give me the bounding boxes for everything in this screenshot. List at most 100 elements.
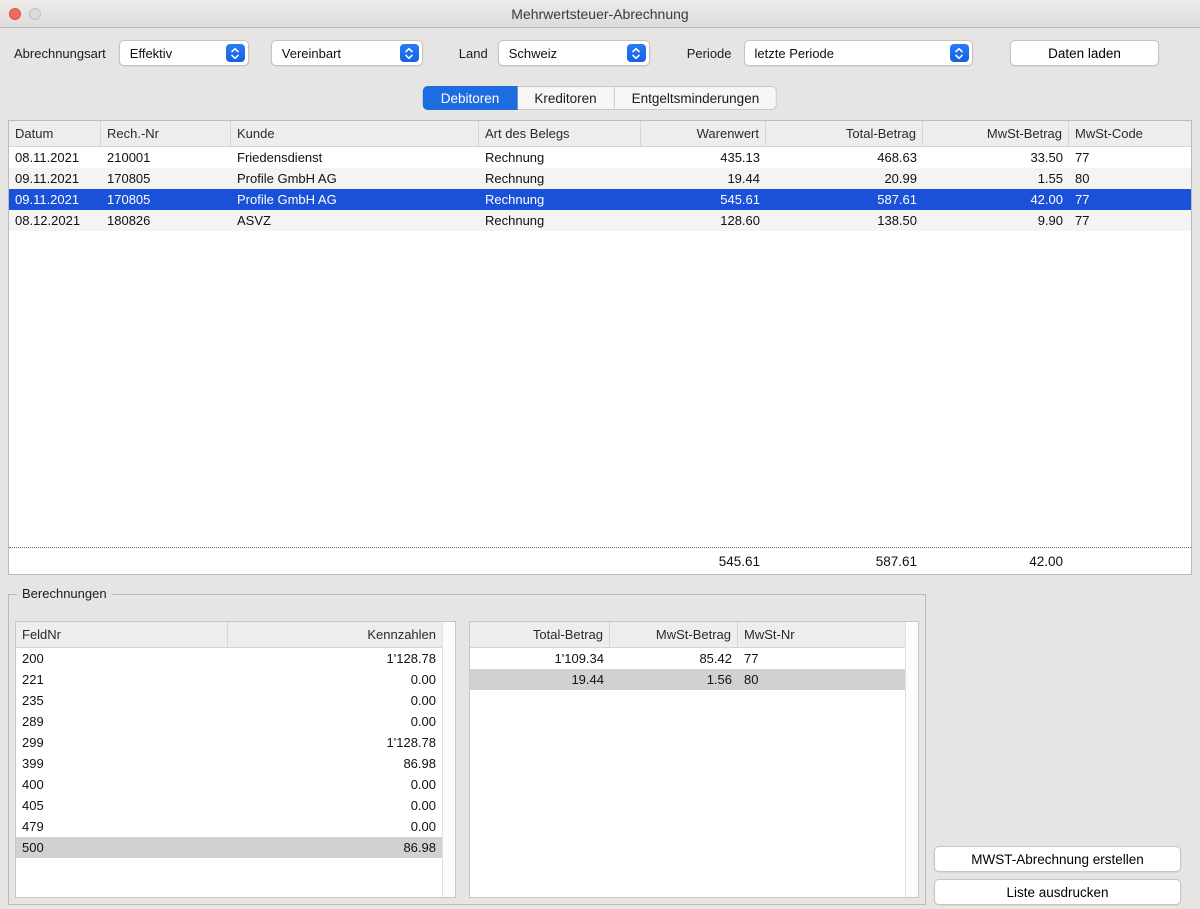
table-cell: 77 (1069, 213, 1191, 228)
column-header[interactable]: MwSt-Nr (738, 622, 905, 647)
column-header[interactable]: Rech.-Nr (101, 121, 231, 146)
table-cell: 08.11.2021 (9, 150, 101, 165)
tab-kreditoren[interactable]: Kreditoren (517, 86, 614, 110)
total-betrag: 587.61 (766, 554, 923, 569)
column-header[interactable]: MwSt-Betrag (610, 622, 738, 647)
table-cell: 9.90 (923, 213, 1069, 228)
table-row[interactable]: 39986.98 (16, 753, 442, 774)
table-row[interactable]: 08.11.2021210001FriedensdienstRechnung43… (9, 147, 1191, 168)
table-cell: 289 (16, 714, 228, 729)
table-row[interactable]: 4790.00 (16, 816, 442, 837)
titlebar: Mehrwertsteuer-Abrechnung (0, 0, 1200, 28)
column-header[interactable]: Art des Belegs (479, 121, 641, 146)
table-cell: 1'128.78 (228, 735, 442, 750)
land-select[interactable]: Schweiz (498, 40, 650, 66)
abrechnungsart-select[interactable]: Effektiv (119, 40, 249, 66)
app-window: Mehrwertsteuer-Abrechnung Abrechnungsart… (0, 0, 1200, 909)
table-cell: 86.98 (228, 756, 442, 771)
table-cell: 19.44 (641, 171, 766, 186)
chevron-up-down-icon (627, 44, 646, 62)
table-cell: 08.12.2021 (9, 213, 101, 228)
table-cell: 545.61 (641, 192, 766, 207)
create-mwst-abrechnung-button[interactable]: MWST-Abrechnung erstellen (934, 846, 1181, 872)
table-cell: 09.11.2021 (9, 171, 101, 186)
column-header[interactable]: Warenwert (641, 121, 766, 146)
table-row[interactable]: 2350.00 (16, 690, 442, 711)
table-cell: 80 (738, 672, 905, 687)
table-cell: 468.63 (766, 150, 923, 165)
table-cell: 85.42 (610, 651, 738, 666)
table-row[interactable]: 2890.00 (16, 711, 442, 732)
table-empty-area (9, 231, 1191, 547)
periode-select[interactable]: letzte Periode (744, 40, 973, 66)
table-row[interactable]: 2001'128.78 (16, 648, 442, 669)
scrollbar-track[interactable] (905, 622, 918, 897)
table-cell: 587.61 (766, 192, 923, 207)
land-label: Land (459, 46, 488, 61)
table-cell: Profile GmbH AG (231, 192, 479, 207)
vereinbart-value: Vereinbart (282, 46, 341, 61)
table-cell: 170805 (101, 171, 231, 186)
column-header[interactable]: FeldNr (16, 622, 228, 647)
table-row[interactable]: 19.441.5680 (470, 669, 905, 690)
table-row[interactable]: 1'109.3485.4277 (470, 648, 905, 669)
table-cell: 200 (16, 651, 228, 666)
table-cell: 0.00 (228, 693, 442, 708)
column-header[interactable]: Kennzahlen (228, 622, 442, 647)
table-cell: Rechnung (479, 150, 641, 165)
load-data-button[interactable]: Daten laden (1010, 40, 1159, 66)
table-row[interactable]: 4050.00 (16, 795, 442, 816)
table-cell: Profile GmbH AG (231, 171, 479, 186)
table-cell: 1'128.78 (228, 651, 442, 666)
print-list-button[interactable]: Liste ausdrucken (934, 879, 1181, 905)
table-cell: ASVZ (231, 213, 479, 228)
table-cell: 20.99 (766, 171, 923, 186)
table-row[interactable]: 2991'128.78 (16, 732, 442, 753)
debitoren-table: DatumRech.-NrKundeArt des BelegsWarenwer… (8, 120, 1192, 575)
tab-debitoren[interactable]: Debitoren (423, 86, 518, 110)
column-header[interactable]: Kunde (231, 121, 479, 146)
total-warenwert: 545.61 (641, 554, 766, 569)
header-row: FeldNrKennzahlen (16, 622, 442, 648)
table-row[interactable]: 09.11.2021170805Profile GmbH AGRechnung5… (9, 189, 1191, 210)
table-empty-area (470, 690, 905, 897)
chevron-up-down-icon (950, 44, 969, 62)
header-row: Total-BetragMwSt-BetragMwSt-Nr (470, 622, 905, 648)
column-header[interactable]: MwSt-Code (1069, 121, 1191, 146)
column-header[interactable]: Total-Betrag (766, 121, 923, 146)
berechnungen-legend: Berechnungen (17, 586, 112, 601)
vereinbart-select[interactable]: Vereinbart (271, 40, 423, 66)
table-cell: 235 (16, 693, 228, 708)
abrechnungsart-value: Effektiv (130, 46, 172, 61)
table-cell: 09.11.2021 (9, 192, 101, 207)
table-cell: Rechnung (479, 171, 641, 186)
table-cell: 77 (738, 651, 905, 666)
periode-value: letzte Periode (755, 46, 835, 61)
table-cell: 479 (16, 819, 228, 834)
table-cell: 1.56 (610, 672, 738, 687)
column-header[interactable]: Datum (9, 121, 101, 146)
table-row[interactable]: 50086.98 (16, 837, 442, 858)
land-value: Schweiz (509, 46, 557, 61)
table-cell: Rechnung (479, 213, 641, 228)
table-row[interactable]: 2210.00 (16, 669, 442, 690)
total-mwst-betrag: 42.00 (923, 554, 1069, 569)
berechnungen-group: Berechnungen FeldNrKennzahlen2001'128.78… (8, 594, 926, 905)
table-cell: 77 (1069, 150, 1191, 165)
totals-row: 545.61 587.61 42.00 (9, 547, 1191, 574)
table-row[interactable]: 4000.00 (16, 774, 442, 795)
table-row[interactable]: 08.12.2021180826ASVZRechnung128.60138.50… (9, 210, 1191, 231)
table-cell: 0.00 (228, 798, 442, 813)
tab-entgeltsminderungen[interactable]: Entgeltsminderungen (615, 86, 778, 110)
table-cell: 0.00 (228, 777, 442, 792)
table-row[interactable]: 09.11.2021170805Profile GmbH AGRechnung1… (9, 168, 1191, 189)
table-cell: 1.55 (923, 171, 1069, 186)
scrollbar-track[interactable] (442, 622, 455, 897)
table-cell: 221 (16, 672, 228, 687)
table-cell: 77 (1069, 192, 1191, 207)
column-header[interactable]: MwSt-Betrag (923, 121, 1069, 146)
table-cell: 138.50 (766, 213, 923, 228)
table-cell: 299 (16, 735, 228, 750)
feldnr-table: FeldNrKennzahlen2001'128.782210.002350.0… (15, 621, 456, 898)
column-header[interactable]: Total-Betrag (470, 622, 610, 647)
